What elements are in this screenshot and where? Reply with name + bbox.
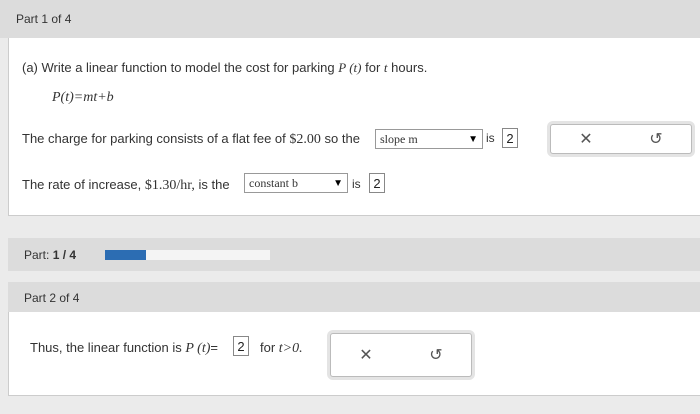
progress-value: 1 / 4 — [52, 248, 77, 262]
line-1-input[interactable]: 2 — [502, 128, 518, 148]
question-var: t — [383, 60, 388, 75]
constant-select[interactable]: constant b ▼ — [244, 173, 348, 193]
progress-fill — [105, 250, 147, 260]
dropdown-arrow-icon: ▼ — [333, 177, 343, 189]
undo-icon[interactable]: ↺ — [649, 129, 662, 149]
line-2: The rate of increase, $1.30/hr, is the — [22, 177, 230, 194]
line-2-is-the: is the — [198, 177, 230, 192]
progress-label-text: Part: — [24, 248, 50, 262]
question-fn: P (t) — [338, 60, 362, 75]
line-2-amount: $1.30/hr, — [144, 178, 195, 193]
clear-icon[interactable]: ✕ — [579, 129, 592, 149]
slope-select-value: slope m — [380, 131, 418, 146]
line-2-input[interactable]: 2 — [369, 173, 385, 193]
constant-select-value: constant b — [249, 175, 298, 190]
undo-icon[interactable]: ↺ — [429, 345, 442, 365]
progress-bar — [105, 250, 270, 260]
part-2-header: Part 2 of 4 — [8, 282, 700, 312]
part-2-line: Thus, the linear function is P (t)= — [30, 340, 218, 357]
line-1-amount: $2.00 — [289, 132, 321, 147]
line-2-is: is — [352, 177, 361, 191]
answer-tools: ✕ ↺ — [550, 124, 692, 154]
clear-icon[interactable]: ✕ — [359, 345, 372, 365]
line-1: The charge for parking consists of a fla… — [22, 131, 360, 148]
slope-select[interactable]: slope m ▼ — [375, 129, 483, 149]
line-1-so: so the — [324, 131, 360, 146]
part-2-cond: t>0. — [278, 341, 303, 356]
part-1-header: Part 1 of 4 — [0, 0, 700, 38]
question-for: for — [365, 60, 381, 75]
part-1-title: Part 1 of 4 — [16, 12, 72, 26]
answer-tools-2: ✕ ↺ — [330, 333, 472, 377]
progress-label: Part: 1 / 4 — [24, 248, 76, 262]
formula: P(t)=mt+b — [52, 90, 114, 105]
part-2-for: for — [260, 340, 276, 355]
question-end: hours. — [391, 60, 428, 75]
part-2-tail: for t>0. — [260, 340, 303, 357]
part-2-eq: = — [210, 340, 218, 355]
part-2-title: Part 2 of 4 — [24, 291, 80, 305]
part-2-input[interactable]: 2 — [233, 336, 249, 356]
line-1-text: The charge for parking consists of a fla… — [22, 131, 286, 146]
line-1-is: is — [486, 131, 495, 145]
question-text: (a) Write a linear function to model the… — [22, 60, 427, 76]
line-2-text: The rate of increase, — [22, 177, 142, 192]
question-main: (a) Write a linear function to model the… — [22, 60, 335, 75]
dropdown-arrow-icon: ▼ — [468, 133, 478, 145]
part-2-fn: P (t) — [185, 341, 211, 356]
part-2-text: Thus, the linear function is — [30, 340, 182, 355]
